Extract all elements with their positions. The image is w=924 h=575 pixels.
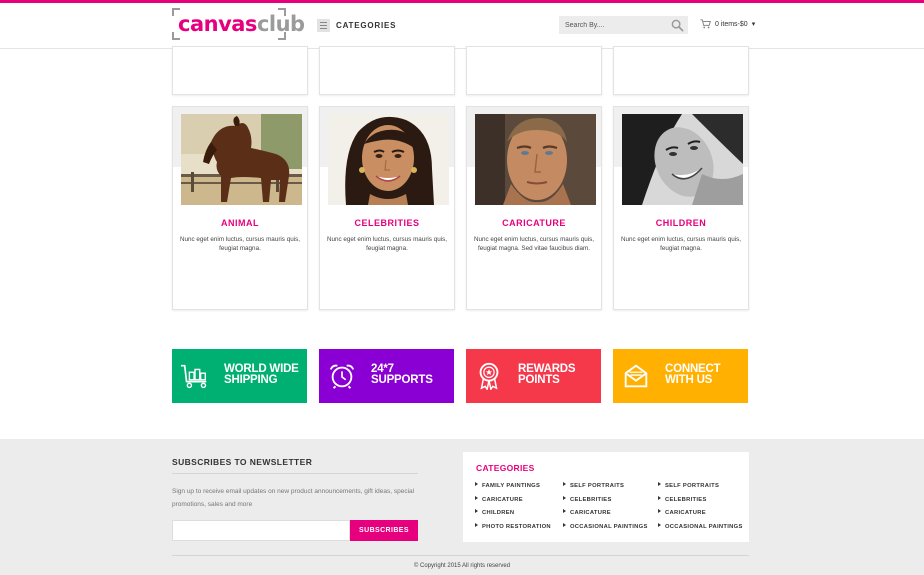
triangle-bullet-icon bbox=[475, 482, 478, 486]
award-ribbon-icon bbox=[479, 362, 499, 390]
product-image[interactable] bbox=[181, 114, 302, 205]
feature-tile-shipping[interactable]: WORLD WIDE SHIPPING bbox=[172, 349, 307, 403]
footer-category-link[interactable]: CELEBRITIES bbox=[658, 495, 743, 510]
newsletter-email-input[interactable] bbox=[172, 520, 350, 541]
logo-text: canvasclub bbox=[178, 11, 305, 37]
triangle-bullet-icon bbox=[658, 509, 661, 513]
triangle-bullet-icon bbox=[563, 509, 566, 513]
envelope-icon bbox=[624, 364, 648, 388]
hamburger-icon bbox=[317, 18, 330, 32]
product-image[interactable] bbox=[622, 114, 743, 205]
triangle-bullet-icon bbox=[563, 482, 566, 486]
triangle-bullet-icon bbox=[563, 522, 566, 527]
triangle-bullet-icon bbox=[658, 522, 661, 527]
feature-label: WORLD WIDE SHIPPING bbox=[224, 363, 306, 386]
feature-tile-support[interactable]: 24*7 SUPPORTS bbox=[319, 349, 454, 403]
product-card-partial[interactable] bbox=[466, 46, 602, 95]
feature-label: CONNECT WITH US bbox=[665, 363, 747, 386]
feature-tile-rewards[interactable]: REWARDS POINTS bbox=[466, 349, 601, 403]
product-card-partial[interactable] bbox=[172, 46, 308, 95]
footer-category-link[interactable]: OCCASIONAL PAINTINGS bbox=[658, 522, 743, 537]
product-card[interactable]: CELEBRITIES Nunc eget enim luctus, cursu… bbox=[319, 106, 455, 310]
footer-category-link[interactable]: SELF PORTRAITS bbox=[563, 482, 648, 496]
triangle-bullet-icon bbox=[658, 482, 661, 486]
footer-category-column: SELF PORTRAITS CELEBRITIES CARICATURE OC… bbox=[563, 482, 648, 536]
product-card[interactable]: CARICATURE Nunc eget enim luctus, cursus… bbox=[466, 106, 602, 310]
feature-label: REWARDS POINTS bbox=[518, 363, 600, 386]
search-icon[interactable] bbox=[671, 19, 684, 32]
product-description: Nunc eget enim luctus, cursus mauris qui… bbox=[473, 236, 595, 252]
cart-button[interactable]: 0 items-$0 ▾ bbox=[700, 19, 755, 29]
shopping-cart-icon bbox=[700, 19, 711, 29]
alarm-clock-icon bbox=[329, 364, 355, 389]
triangle-bullet-icon bbox=[475, 522, 478, 527]
divider bbox=[172, 473, 418, 474]
divider bbox=[172, 555, 749, 556]
feature-label-line2: POINTS bbox=[518, 374, 560, 386]
triangle-bullet-icon bbox=[475, 509, 478, 513]
product-title[interactable]: ANIMAL bbox=[173, 218, 307, 228]
site-logo[interactable]: canvasclub bbox=[172, 8, 305, 40]
footer-category-link[interactable]: CARICATURE bbox=[563, 509, 648, 523]
triangle-bullet-icon bbox=[475, 495, 478, 500]
product-image[interactable] bbox=[475, 114, 596, 205]
search-input[interactable] bbox=[559, 16, 669, 34]
shipping-cart-icon bbox=[180, 364, 207, 389]
feature-label-line2: SUPPORTS bbox=[371, 374, 433, 386]
product-image[interactable] bbox=[328, 114, 449, 205]
product-title[interactable]: CELEBRITIES bbox=[320, 218, 454, 228]
triangle-bullet-icon bbox=[563, 495, 566, 500]
footer-category-link[interactable]: OCCASIONAL PAINTINGS bbox=[563, 522, 648, 537]
feature-label-line2: WITH US bbox=[665, 374, 713, 386]
cart-summary: 0 items-$0 bbox=[715, 20, 748, 28]
newsletter-description: Sign up to receive email updates on new … bbox=[172, 488, 415, 508]
logo-text-part1: canvas bbox=[178, 12, 257, 36]
subscribe-button[interactable]: SUBSCRIBES bbox=[350, 520, 418, 541]
footer-category-column: SELF PORTRAITS CELEBRITIES CARICATURE OC… bbox=[658, 482, 743, 536]
footer-category-link[interactable]: SELF PORTRAITS bbox=[658, 482, 743, 496]
footer-category-link[interactable]: CELEBRITIES bbox=[563, 495, 648, 510]
footer-category-link[interactable]: FAMILY PAINTINGS bbox=[475, 482, 551, 496]
newsletter-title: SUBSCRIBES TO NEWSLETTER bbox=[172, 457, 313, 467]
product-card[interactable]: ANIMAL Nunc eget enim luctus, cursus mau… bbox=[172, 106, 308, 310]
product-description: Nunc eget enim luctus, cursus mauris qui… bbox=[179, 236, 301, 252]
footer-category-link[interactable]: CARICATURE bbox=[658, 509, 743, 523]
product-card-partial[interactable] bbox=[319, 46, 455, 95]
footer-categories-title: CATEGORIES bbox=[476, 463, 535, 473]
categories-menu-button[interactable]: CATEGORIES bbox=[317, 17, 396, 33]
footer-categories-panel: CATEGORIES FAMILY PAINTINGS CARICATURE C… bbox=[463, 452, 749, 542]
product-card[interactable]: CHILDREN Nunc eget enim luctus, cursus m… bbox=[613, 106, 749, 310]
footer-category-link[interactable]: CARICATURE bbox=[475, 495, 551, 510]
product-title[interactable]: CARICATURE bbox=[467, 218, 601, 228]
footer-category-link[interactable]: CHILDREN bbox=[475, 509, 551, 523]
categories-menu-label: CATEGORIES bbox=[336, 20, 397, 30]
feature-label-line2: SHIPPING bbox=[224, 374, 278, 386]
footer-category-link[interactable]: PHOTO RESTORATION bbox=[475, 522, 551, 537]
triangle-bullet-icon bbox=[658, 495, 661, 500]
feature-tile-connect[interactable]: CONNECT WITH US bbox=[613, 349, 748, 403]
site-header: canvasclub CATEGORIES 0 items-$0 ▾ bbox=[0, 3, 924, 49]
product-description: Nunc eget enim luctus, cursus mauris qui… bbox=[326, 236, 448, 252]
product-card-partial[interactable] bbox=[613, 46, 749, 95]
logo-text-part2: club bbox=[256, 12, 305, 36]
product-title[interactable]: CHILDREN bbox=[614, 218, 748, 228]
product-description: Nunc eget enim luctus, cursus mauris qui… bbox=[620, 236, 742, 252]
footer-category-column: FAMILY PAINTINGS CARICATURE CHILDREN PHO… bbox=[475, 482, 551, 536]
copyright-text: © Copyright 2015 All rights reserved bbox=[413, 563, 511, 569]
search-box bbox=[559, 16, 688, 34]
feature-label: 24*7 SUPPORTS bbox=[371, 363, 453, 386]
chevron-down-icon: ▾ bbox=[751, 21, 756, 28]
